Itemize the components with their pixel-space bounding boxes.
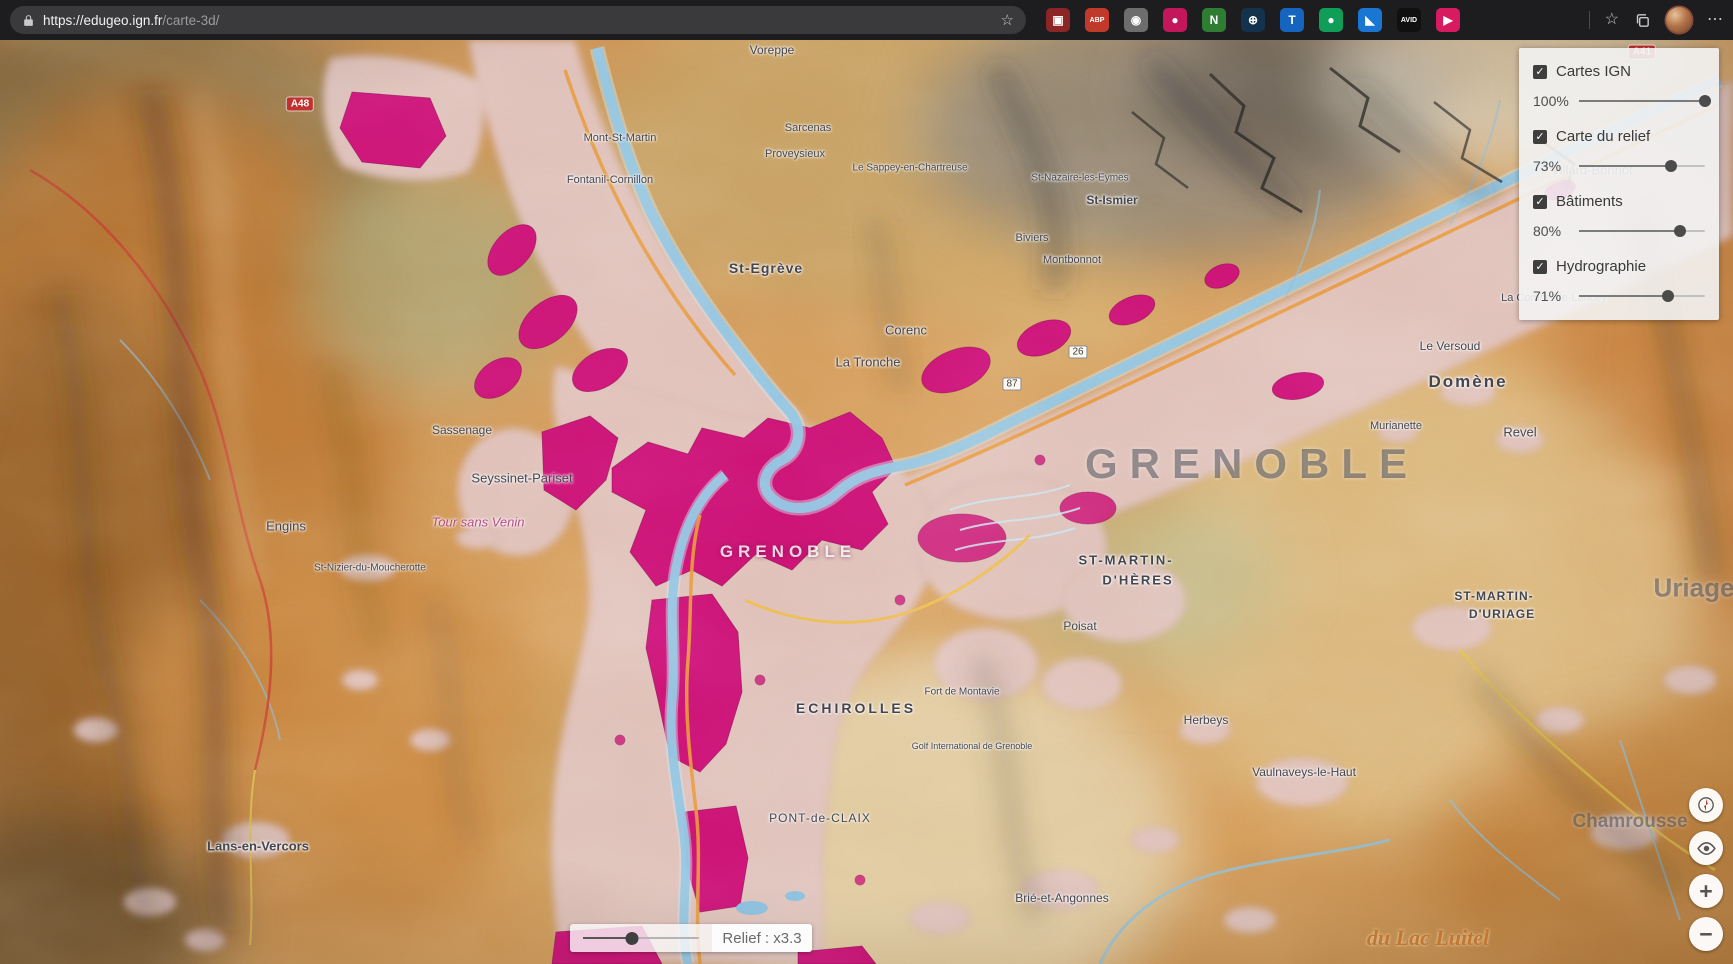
- compass-button[interactable]: [1689, 788, 1723, 822]
- relief-slider-thumb[interactable]: [625, 932, 638, 945]
- layer-checkbox[interactable]: ✓: [1533, 195, 1547, 209]
- terrain-render: [0, 40, 1733, 964]
- pink-media-extension-icon[interactable]: ▶: [1436, 8, 1460, 32]
- url-text: https://edugeo.ign.fr/carte-3d/: [43, 13, 219, 28]
- relief-control: Relief : x3.3: [570, 924, 812, 952]
- avid-extension-icon[interactable]: AVID: [1397, 8, 1421, 32]
- browser-chrome: https://edugeo.ign.fr/carte-3d/ ☆ ▣ ABP ◉ ●…: [0, 0, 1733, 40]
- layer-checkbox[interactable]: ✓: [1533, 65, 1547, 79]
- layer-label: Bâtiments: [1556, 193, 1623, 210]
- map-3d-viewport[interactable]: VoreppeSarcenasProveysieuxMont-St-Martin…: [0, 40, 1733, 964]
- bookmark-star-icon[interactable]: ☆: [1001, 13, 1014, 28]
- layer-opacity-slider[interactable]: [1579, 290, 1705, 303]
- layer-label: Hydrographie: [1556, 258, 1646, 275]
- eye-icon: [1696, 838, 1717, 859]
- url-path: /carte-3d/: [162, 13, 219, 28]
- layer-opacity-slider[interactable]: [1579, 225, 1705, 238]
- green-dot-extension-icon[interactable]: ●: [1319, 8, 1343, 32]
- green-ext-extension-icon[interactable]: N: [1202, 8, 1226, 32]
- screen: https://edugeo.ign.fr/carte-3d/ ☆ ▣ ABP ◉ ●…: [0, 0, 1733, 964]
- hillshade-layer: [0, 40, 1733, 964]
- layer-label: Cartes IGN: [1556, 63, 1631, 80]
- red-shield-extension-icon[interactable]: ▣: [1046, 8, 1070, 32]
- profile-avatar[interactable]: [1666, 7, 1692, 33]
- zoom-in-button[interactable]: +: [1689, 874, 1723, 908]
- color-ball-extension-icon[interactable]: ●: [1163, 8, 1187, 32]
- extensions-row: ▣ ABP ◉ ● N ⊕ T ● ◣ AVID ▶: [1046, 8, 1460, 32]
- layer-opacity-value: 100%: [1533, 93, 1569, 109]
- layer-opacity-slider[interactable]: [1579, 95, 1705, 108]
- chrome-right-cluster: ☆ ⋯: [1589, 7, 1723, 33]
- collections-icon[interactable]: [1634, 12, 1651, 29]
- layer-label: Carte du relief: [1556, 128, 1650, 145]
- layer-checkbox[interactable]: ✓: [1533, 130, 1547, 144]
- layers-panel: ✓ Cartes IGN 100% ✓ Carte du relief 73% ✓ Bâtim…: [1519, 48, 1719, 320]
- favorites-star-icon[interactable]: ☆: [1605, 12, 1619, 28]
- relief-value-label: Relief : x3.3: [712, 924, 812, 952]
- url-origin: https://edugeo.ign.fr: [43, 13, 162, 28]
- chrome-divider: [1589, 11, 1590, 29]
- layer-opacity-value: 71%: [1533, 288, 1569, 304]
- globe-extension-icon[interactable]: ⊕: [1241, 8, 1265, 32]
- view-toggle-button[interactable]: [1689, 831, 1723, 865]
- blue-shape-extension-icon[interactable]: ◣: [1358, 8, 1382, 32]
- lock-icon: [22, 14, 35, 27]
- layer-opacity-value: 73%: [1533, 158, 1569, 174]
- zoom-out-button[interactable]: −: [1689, 917, 1723, 951]
- layer-opacity-value: 80%: [1533, 223, 1569, 239]
- compass-icon: [1696, 795, 1716, 815]
- screenshot-extension-icon[interactable]: ◉: [1124, 8, 1148, 32]
- layer-checkbox[interactable]: ✓: [1533, 260, 1547, 274]
- translate-extension-icon[interactable]: T: [1280, 8, 1304, 32]
- abp-extension-icon[interactable]: ABP: [1085, 8, 1109, 32]
- layer-opacity-slider[interactable]: [1579, 160, 1705, 173]
- relief-slider[interactable]: [583, 932, 699, 945]
- browser-menu-icon[interactable]: ⋯: [1707, 12, 1723, 28]
- map-tools: + −: [1689, 788, 1723, 951]
- relief-slider-box: [570, 924, 712, 952]
- url-bar[interactable]: https://edugeo.ign.fr/carte-3d/ ☆: [10, 6, 1026, 34]
